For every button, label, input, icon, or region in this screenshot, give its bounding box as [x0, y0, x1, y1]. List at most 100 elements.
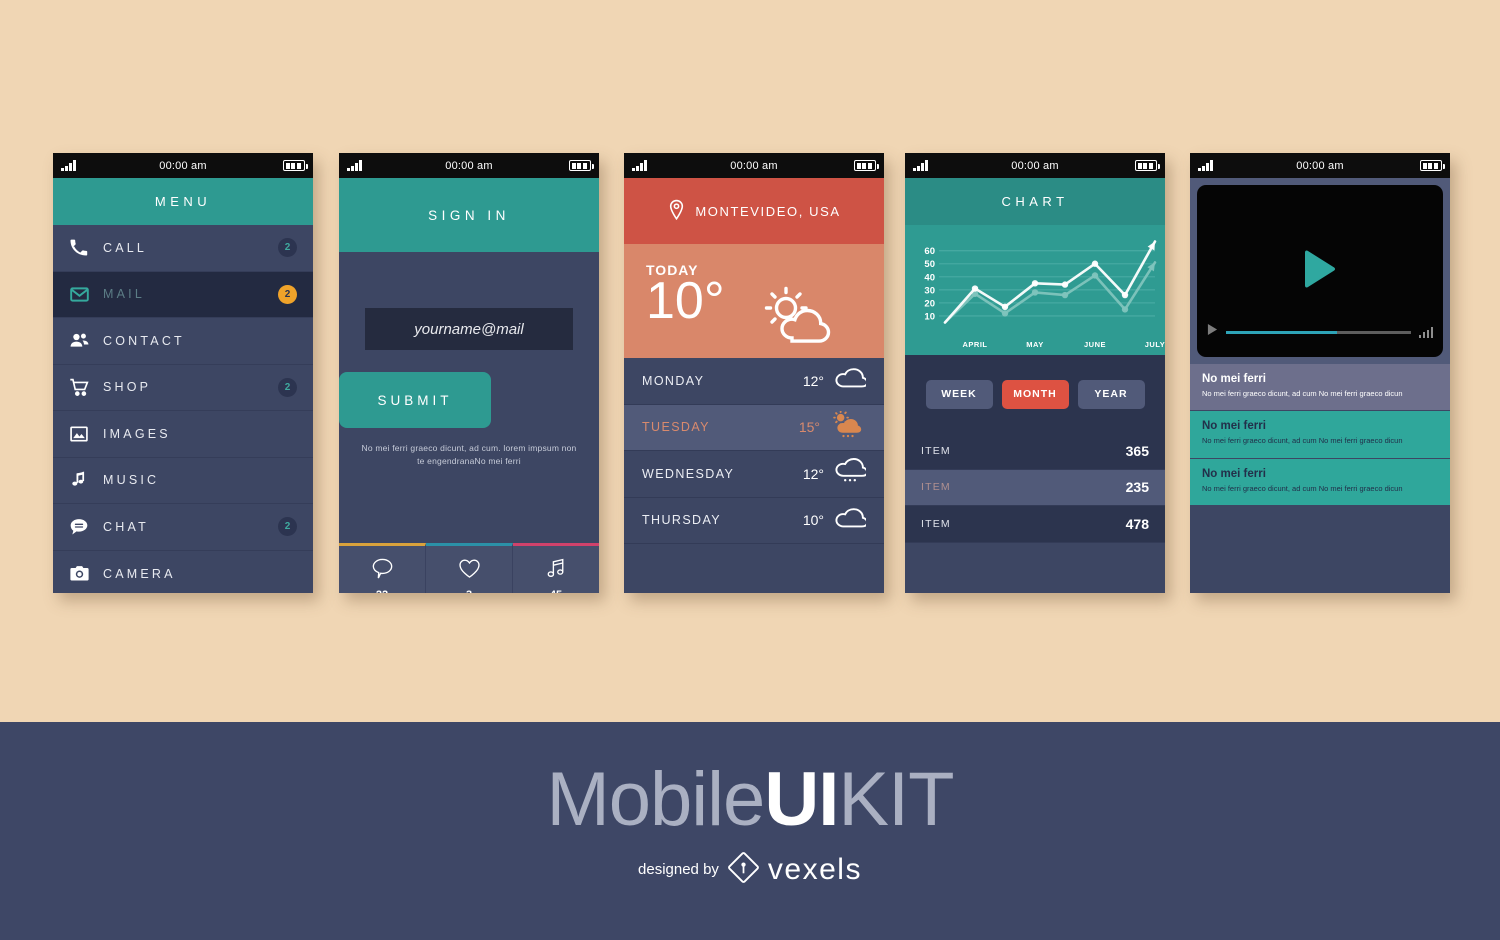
svg-text:30: 30	[924, 285, 935, 296]
tab-count: 3	[466, 589, 472, 594]
forecast-day: TUESDAY	[642, 420, 710, 435]
status-bar: 00:00 am	[53, 153, 313, 178]
menu-list: CALL 2 MAIL 2 CONTACT SHOP 2 IMAGES MUSI…	[53, 225, 313, 593]
post-title: No mei ferri	[1202, 467, 1266, 480]
cart-icon	[69, 377, 103, 398]
forecast-day: WEDNESDAY	[642, 466, 735, 481]
progress-bar[interactable]	[1226, 330, 1411, 334]
legal-text: No mei ferri graeco dicunt, ad cum. lore…	[361, 443, 577, 467]
status-bar: 00:00 am	[624, 153, 884, 178]
range-week-button[interactable]: WEEK	[925, 379, 993, 409]
svg-text:APRIL: APRIL	[963, 340, 988, 349]
sidebar-item-chat[interactable]: CHAT 2	[53, 504, 313, 551]
status-badge: 2	[278, 238, 297, 258]
video-canvas[interactable]	[1197, 185, 1443, 357]
sidebar-item-label: CHAT	[103, 519, 149, 534]
forecast-row[interactable]: THURSDAY 10°	[624, 497, 884, 544]
tab-comments[interactable]: 22	[339, 543, 426, 593]
item-name: ITEM	[921, 481, 951, 494]
sidebar-item-camera[interactable]: CAMERA	[53, 551, 313, 594]
battery-icon	[854, 160, 879, 171]
email-field-wrap[interactable]	[365, 308, 573, 350]
music-icon	[69, 470, 103, 490]
play-icon[interactable]	[1302, 249, 1338, 294]
sun-cloud-rain-icon	[830, 409, 866, 444]
cloud-icon	[834, 507, 869, 534]
svg-text:JULY: JULY	[1145, 340, 1165, 349]
email-field[interactable]	[365, 320, 573, 338]
sun-cloud-icon	[759, 286, 837, 353]
cloud-icon	[834, 367, 869, 394]
tab-count: 22	[376, 589, 388, 594]
list-filler	[1190, 505, 1450, 552]
list-item[interactable]: No mei ferri No mei ferri graeco dicunt,…	[1190, 411, 1450, 459]
sidebar-item-label: CAMERA	[103, 566, 176, 581]
range-month-button[interactable]: MONTH	[1001, 379, 1069, 409]
table-row[interactable]: ITEM 365	[905, 433, 1165, 470]
table-row[interactable]: ITEM 478	[905, 506, 1165, 543]
sidebar-item-call[interactable]: CALL 2	[53, 225, 313, 272]
weather-location-header: MONTEVIDEO, USA	[624, 178, 884, 244]
svg-text:50: 50	[924, 259, 935, 270]
mail-icon	[69, 284, 103, 305]
tab-likes[interactable]: 3	[426, 543, 513, 593]
tab-count: 45	[550, 589, 562, 594]
list-item[interactable]: No mei ferri No mei ferri graeco dicunt,…	[1190, 364, 1450, 412]
sidebar-item-music[interactable]: MUSIC	[53, 458, 313, 504]
designed-by-label: designed by	[638, 861, 719, 878]
battery-icon	[569, 160, 594, 171]
signal-bars-icon	[632, 160, 647, 171]
menu-title: MENU	[53, 178, 313, 225]
camera-icon	[69, 563, 103, 584]
phone-icon	[69, 238, 103, 257]
logo-word-mobile: Mobile	[546, 757, 765, 842]
battery-icon	[1135, 160, 1160, 171]
svg-text:10: 10	[924, 311, 935, 322]
location-pin-icon	[667, 199, 686, 224]
signal-bars-icon	[61, 160, 76, 171]
forecast-temp: 10°	[802, 512, 824, 529]
battery-icon	[1420, 160, 1445, 171]
status-bar: 00:00 am	[1190, 153, 1450, 178]
volume-bars-icon[interactable]	[1418, 326, 1433, 338]
sidebar-item-shop[interactable]: SHOP 2	[53, 365, 313, 411]
brand-name: vexels	[767, 852, 862, 886]
svg-text:40: 40	[924, 272, 935, 283]
post-title: No mei ferri	[1202, 420, 1266, 433]
range-year-button[interactable]: YEAR	[1077, 379, 1145, 409]
video-player	[1190, 178, 1450, 364]
status-badge: 2	[278, 517, 297, 537]
post-title: No mei ferri	[1202, 373, 1266, 385]
svg-text:20: 20	[924, 298, 935, 309]
contacts-icon	[69, 330, 103, 351]
chat-icon	[69, 517, 103, 537]
forecast-temp: 15°	[798, 419, 820, 436]
forecast-row[interactable]: WEDNESDAY 12°	[624, 451, 884, 498]
sidebar-item-contact[interactable]: CONTACT	[53, 318, 313, 365]
status-bar: 00:00 am	[905, 153, 1165, 178]
signin-form: SUBMIT No mei ferri graeco dicunt, ad cu…	[339, 252, 599, 543]
forecast-row[interactable]: TUESDAY 15°	[624, 404, 884, 451]
list-item[interactable]: No mei ferri No mei ferri graeco dicunt,…	[1190, 458, 1450, 506]
tab-music[interactable]: 45	[513, 543, 599, 593]
forecast-row[interactable]: MONDAY 12°	[624, 358, 884, 405]
item-value: 478	[1125, 515, 1149, 532]
sidebar-item-mail[interactable]: MAIL 2	[53, 271, 313, 318]
logo-word-ui: UI	[764, 757, 839, 842]
table-row[interactable]: ITEM 235	[905, 469, 1165, 506]
forecast-temp: 12°	[802, 372, 824, 389]
sidebar-item-label: IMAGES	[103, 426, 171, 441]
item-name: ITEM	[921, 517, 951, 530]
sidebar-item-images[interactable]: IMAGES	[53, 411, 313, 458]
heart-icon	[457, 556, 482, 586]
play-small-icon[interactable]	[1207, 323, 1218, 341]
item-value: 365	[1125, 442, 1149, 459]
status-time: 00:00 am	[730, 159, 778, 172]
submit-button[interactable]: SUBMIT	[339, 372, 491, 428]
forecast-day: MONDAY	[642, 373, 705, 388]
forecast-temp: 12°	[802, 465, 824, 482]
status-time: 00:00 am	[1296, 159, 1344, 172]
sidebar-item-label: SHOP	[103, 380, 152, 395]
sidebar-item-label: MUSIC	[103, 473, 160, 488]
video-controls	[1207, 323, 1433, 341]
